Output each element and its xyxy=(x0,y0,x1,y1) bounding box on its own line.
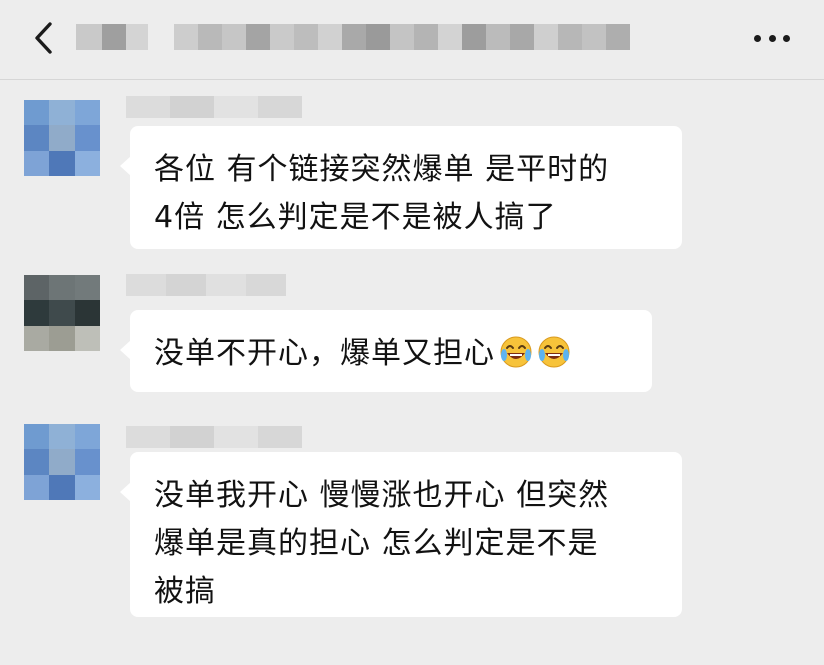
message-bubble[interactable]: 没单不开心，爆单又担心 xyxy=(120,310,652,392)
message-text: 没单不开心，爆单又担心 xyxy=(154,336,495,371)
sender-avatar[interactable] xyxy=(24,424,100,500)
blurred-sender-name xyxy=(126,96,302,118)
sender-avatar[interactable] xyxy=(24,100,100,176)
face-with-tears-of-joy-icon xyxy=(538,336,570,368)
chevron-left-icon xyxy=(35,22,52,54)
chat-header xyxy=(0,0,824,80)
message-bubble[interactable]: 没单我开心 慢慢涨也开心 但突然 爆单是真的担心 怎么判定是不是 被搞 xyxy=(120,452,682,617)
face-with-tears-of-joy-icon xyxy=(500,336,532,368)
blurred-sender-name xyxy=(126,426,302,448)
message-text: 没单我开心 慢慢涨也开心 但突然 爆单是真的担心 怎么判定是不是 被搞 xyxy=(154,478,610,609)
blurred-sender-name xyxy=(126,274,286,296)
message-text: 各位 有个链接突然爆单 是平时的 4倍 怎么判定是不是被人搞了 xyxy=(154,152,610,235)
sender-avatar[interactable] xyxy=(24,275,100,351)
blurred-chat-title xyxy=(76,24,630,50)
message-bubble[interactable]: 各位 有个链接突然爆单 是平时的 4倍 怎么判定是不是被人搞了 xyxy=(120,126,682,249)
back-button[interactable] xyxy=(26,18,66,58)
more-dots-icon xyxy=(754,34,761,42)
more-options-button[interactable] xyxy=(748,24,796,52)
